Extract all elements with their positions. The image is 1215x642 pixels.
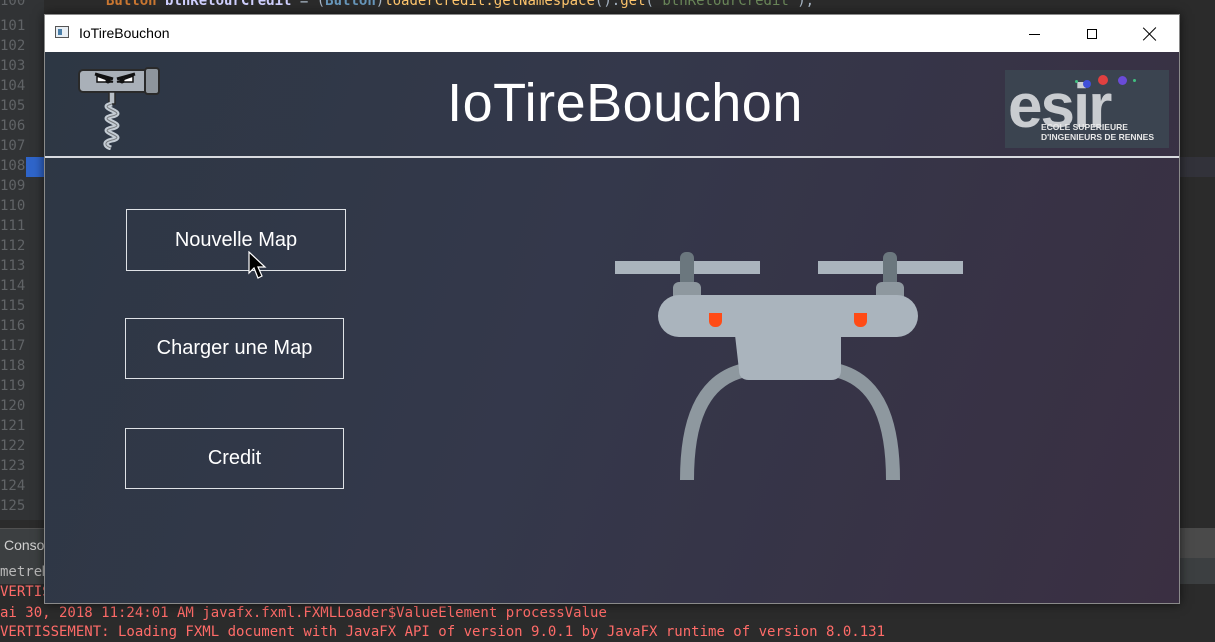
gutter-line-number: 105 [0, 98, 26, 114]
esir-logo-dot [1098, 75, 1108, 85]
gutter-line-number: 118 [0, 358, 26, 374]
gutter-line-number: 117 [0, 338, 26, 354]
esir-tagline-line: ECOLE SUPERIEURE [1041, 122, 1128, 132]
app-window-icon [55, 26, 69, 38]
gutter-line-number: 125 [0, 498, 26, 514]
gutter-line-number: 112 [0, 238, 26, 254]
code-end: ); [797, 0, 815, 9]
code-method: get [620, 0, 646, 9]
code-operator: = ( [291, 0, 326, 9]
esir-logo-tagline: ECOLE SUPERIEURE D'INGENIEURS DE RENNES [1041, 122, 1167, 142]
gutter-line-number: 106 [0, 118, 26, 134]
esir-logo-dot [1075, 80, 1078, 83]
gutter-line-number: 103 [0, 58, 26, 74]
gutter-line-number: 116 [0, 318, 26, 334]
gutter-line-number: 124 [0, 478, 26, 494]
window-title: IoTireBouchon [79, 25, 170, 41]
esir-logo: esir ECOLE SUPERIEURE D'INGENIEURS DE RE… [1005, 70, 1169, 148]
console-line: VERTISSEMENT: Loading FXML document with… [0, 624, 886, 640]
gutter-line-number: 119 [0, 378, 26, 394]
gutter-line-number: 123 [0, 458, 26, 474]
esir-logo-dot [1083, 80, 1091, 88]
gutter-line-number: 100 [0, 0, 26, 9]
close-button[interactable] [1121, 15, 1179, 52]
gutter-line-number: 110 [0, 198, 26, 214]
gutter-line-number: 108 [0, 158, 26, 174]
gutter-line-number: 115 [0, 298, 26, 314]
run-config-name: metreM [0, 564, 51, 580]
gutter-line-number: 113 [0, 258, 26, 274]
code-method: getNamespace [493, 0, 595, 9]
credit-button[interactable]: Credit [125, 428, 344, 489]
window-title-bar[interactable]: IoTireBouchon [45, 15, 1179, 52]
code-variable: btnRetourCredit [165, 0, 292, 9]
minimize-button[interactable] [1005, 15, 1063, 52]
ide-current-line-highlight [1180, 157, 1215, 177]
gutter-line-number: 111 [0, 218, 26, 234]
maximize-icon [1087, 28, 1097, 39]
mouse-cursor-icon [248, 251, 267, 279]
gutter-line-number: 120 [0, 398, 26, 414]
code-string: "btnRetourCredit" [653, 0, 798, 9]
code-object: loaderCredit. [384, 0, 494, 9]
maximize-button[interactable] [1063, 15, 1121, 52]
console-line: ai 30, 2018 11:24:01 AM javafx.fxml.FXML… [0, 605, 607, 621]
header-divider [45, 156, 1179, 158]
gutter-line-number: 109 [0, 178, 26, 194]
new-map-button[interactable]: Nouvelle Map [126, 209, 346, 271]
console-toolbar [1180, 528, 1215, 558]
code-keyword: Button [106, 0, 157, 9]
gutter-line-number: 101 [0, 18, 26, 34]
gutter-line-number: 104 [0, 78, 26, 94]
esir-logo-dot [1133, 79, 1136, 82]
code-dot: (). [594, 0, 621, 9]
gutter-line-number: 107 [0, 138, 26, 154]
gutter-line-number: 102 [0, 38, 26, 54]
ide-code-line: 100 Button btnRetourCredit = (Button)loa… [0, 0, 1215, 14]
code-type: Button [325, 0, 376, 9]
console-tab[interactable]: Conso [4, 537, 44, 553]
code-paren: ) [375, 0, 385, 9]
app-content: IoTireBouchon esir ECOLE SUPERIEURE D'IN… [45, 52, 1179, 603]
drone-illustration [615, 252, 963, 480]
app-window: IoTireBouchon IoTireBouchon esir ECOLE S… [44, 14, 1180, 604]
gutter-line-number: 114 [0, 278, 26, 294]
minimize-icon [1028, 34, 1040, 35]
close-icon [1143, 27, 1157, 41]
esir-tagline-line: D'INGENIEURS DE RENNES [1041, 132, 1155, 142]
code-paren: ( [645, 0, 654, 9]
load-map-button[interactable]: Charger une Map [125, 318, 344, 379]
gutter-line-number: 122 [0, 438, 26, 454]
gutter-line-number: 121 [0, 418, 26, 434]
esir-logo-dot [1118, 76, 1127, 85]
